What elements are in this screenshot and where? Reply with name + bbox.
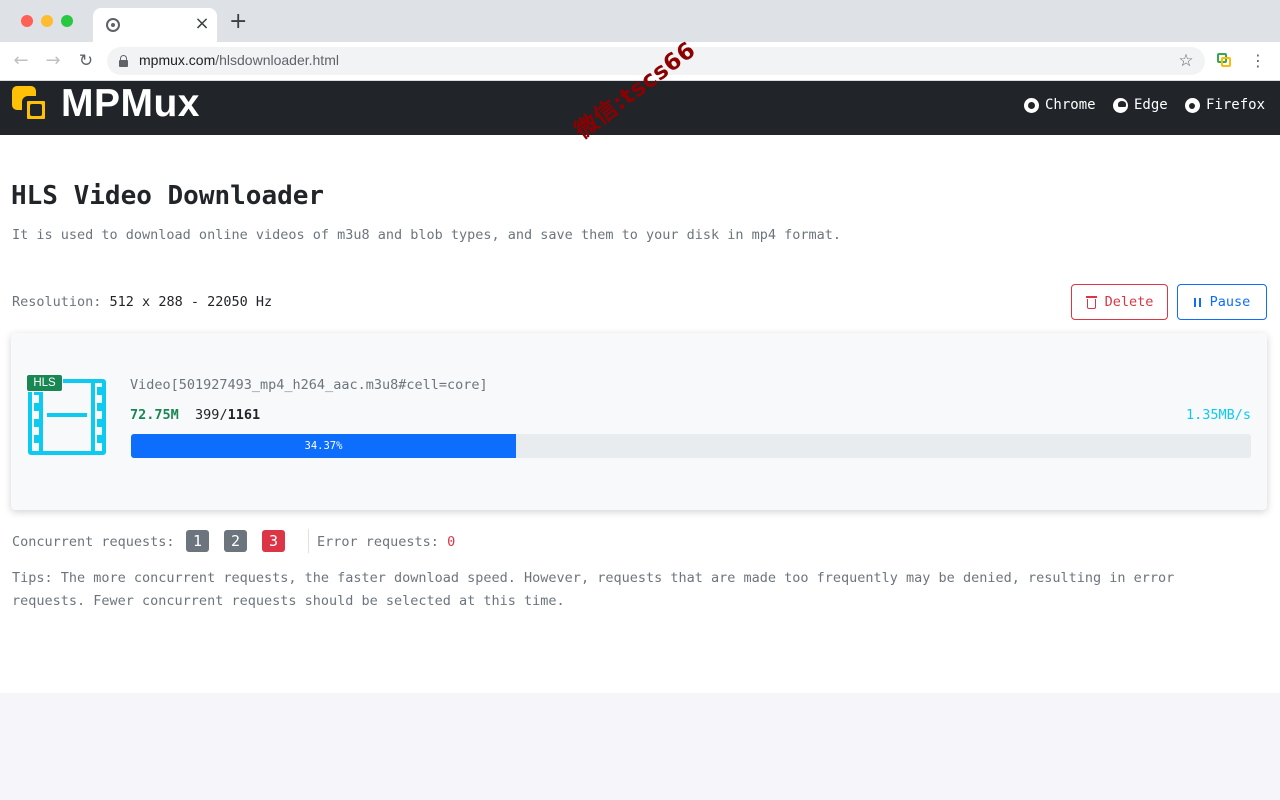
browser-menu-icon[interactable]: ⋮ [1250,50,1266,72]
url-host: mpmux.com [139,52,216,68]
edge-icon [1113,97,1128,113]
chrome-favicon-icon [106,18,120,32]
progress-fill: 34.37% [131,434,516,458]
download-card: HLS Video[501927493_mp4_h264_aac.m3u8#ce… [11,333,1267,510]
concurrent-requests-label: Concurrent requests: [12,534,175,550]
video-name: Video[501927493_mp4_h264_aac.m3u8#cell=c… [130,377,488,393]
hls-badge: HLS [26,374,63,392]
pause-button-label: Pause [1209,294,1251,310]
download-stats: 72.75M 399/1161 [130,407,260,423]
download-speed: 1.35MB/s [1185,407,1251,423]
url-text[interactable]: mpmux.com/hlsdownloader.html [139,52,339,68]
pause-button[interactable]: Pause [1177,284,1267,320]
tips-text: Tips: The more concurrent requests, the … [12,570,1175,609]
mpmux-logo-icon[interactable] [12,86,50,124]
edge-link-label: Edge [1134,97,1168,113]
browser-tabstrip: × + [0,0,1280,42]
requests-divider [308,529,309,553]
pause-icon [1193,297,1202,307]
concurrency-option-3[interactable]: 3 [262,530,285,552]
chrome-icon [1024,97,1039,113]
segments-separator: / [219,407,228,423]
window-maximize-button[interactable] [61,15,73,27]
downloaded-size: 72.75M [130,407,179,423]
resolution-value: 512 x 288 - 22050 Hz [109,294,273,310]
reload-icon[interactable]: ↻ [75,50,97,72]
chrome-link[interactable]: Chrome [1024,95,1096,115]
error-requests-count: 0 [447,534,456,550]
firefox-link[interactable]: Firefox [1185,95,1265,115]
lock-icon[interactable] [119,55,128,67]
delete-button[interactable]: Delete [1071,284,1168,320]
page-title: HLS Video Downloader [11,181,325,211]
extension-icon[interactable] [1217,53,1231,67]
resolution-info: Resolution: 512 x 288 - 22050 Hz [12,294,272,310]
window-close-button[interactable] [21,15,33,27]
new-tab-button[interactable]: + [229,11,247,33]
site-logo-text[interactable]: MPMux [61,82,200,126]
url-path: /hlsdownloader.html [215,52,339,68]
resolution-label: Resolution: [12,294,102,310]
browser-tab[interactable]: × [93,8,217,42]
delete-button-label: Delete [1104,294,1154,310]
error-requests: Error requests: 0 [317,534,455,550]
bookmark-star-icon[interactable]: ☆ [1175,50,1197,72]
firefox-icon [1185,97,1200,113]
edge-link[interactable]: Edge [1113,95,1168,115]
page-subtitle: It is used to download online videos of … [12,227,842,243]
forward-arrow-icon[interactable]: → [42,50,64,72]
download-progress-bar: 34.37% [131,434,1251,458]
main-content: HLS Video Downloader It is used to downl… [0,135,1280,693]
chrome-link-label: Chrome [1045,97,1096,113]
concurrency-option-2[interactable]: 2 [224,530,247,552]
firefox-link-label: Firefox [1206,97,1266,113]
concurrency-option-1[interactable]: 1 [186,530,209,552]
segments-done: 399 [195,407,220,423]
window-minimize-button[interactable] [41,15,53,27]
error-requests-label: Error requests: [317,534,439,550]
back-arrow-icon[interactable]: ← [10,50,32,72]
segments-total: 1161 [227,407,261,423]
tab-close-icon[interactable]: × [194,15,210,33]
trash-icon [1085,295,1097,309]
